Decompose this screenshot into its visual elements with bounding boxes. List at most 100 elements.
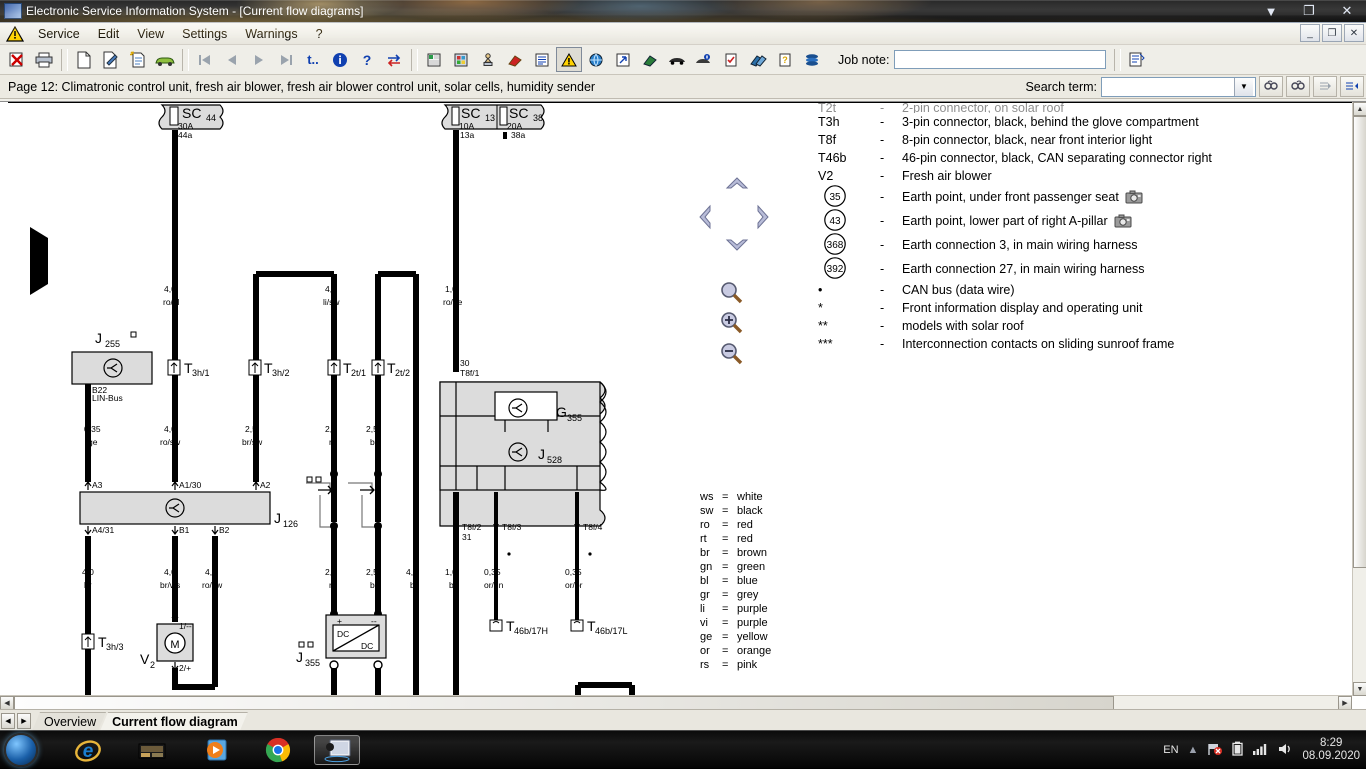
- legend-dash: -: [880, 169, 885, 183]
- technical-data-icon[interactable]: t..: [300, 47, 326, 72]
- vehicle-icon[interactable]: [152, 47, 178, 72]
- menu-item-help[interactable]: ?: [307, 25, 332, 43]
- pan-down-icon[interactable]: [722, 234, 752, 256]
- camera-icon[interactable]: [1125, 190, 1143, 204]
- previous-page-icon[interactable]: [219, 47, 245, 72]
- next-page-icon[interactable]: [246, 47, 272, 72]
- component-j355: + -- DC DC J 355: [296, 614, 387, 668]
- vertical-scrollbar[interactable]: ▲ ▼: [1352, 102, 1366, 696]
- swap-icon[interactable]: [381, 47, 407, 72]
- earth-symbol: 392: [818, 256, 880, 282]
- print-icon[interactable]: [31, 47, 57, 72]
- tray-language[interactable]: EN: [1163, 744, 1178, 756]
- menu-item-settings[interactable]: Settings: [173, 25, 236, 43]
- next-hit-icon[interactable]: [1340, 76, 1364, 97]
- new-note-icon[interactable]: [125, 47, 151, 72]
- battery-icon[interactable]: [1232, 741, 1244, 759]
- search-forward-icon[interactable]: [1259, 76, 1283, 97]
- diagram-viewport[interactable]: .w { stroke:#000; stroke-width:6; fill:n…: [0, 102, 1352, 696]
- chevron-down-icon[interactable]: ▼: [1234, 77, 1253, 96]
- legend-dash: -: [880, 102, 885, 113]
- note-help-icon[interactable]: ?: [772, 47, 798, 72]
- diagram-canvas[interactable]: .w { stroke:#000; stroke-width:6; fill:n…: [0, 101, 1366, 710]
- mdi-minimize-button[interactable]: _: [1300, 24, 1320, 42]
- scroll-up-button[interactable]: ▲: [1353, 102, 1366, 116]
- zoom-in-icon[interactable]: [718, 310, 748, 341]
- help-icon[interactable]: ?: [354, 47, 380, 72]
- legend-key: T46b: [818, 151, 847, 165]
- speaker-icon[interactable]: [1277, 742, 1293, 759]
- mdi-close-button[interactable]: ✕: [1344, 24, 1364, 42]
- vertical-scroll-thumb[interactable]: [1353, 116, 1366, 568]
- file-explorer-icon[interactable]: [132, 735, 172, 765]
- exit-icon[interactable]: [4, 47, 30, 72]
- window-controls: ▼ ❐ ✕: [1252, 0, 1366, 22]
- green-book-icon[interactable]: [637, 47, 663, 72]
- figure-icon[interactable]: [475, 47, 501, 72]
- car-front-icon[interactable]: [664, 47, 690, 72]
- scroll-right-button[interactable]: ▶: [1338, 696, 1352, 710]
- colour-equals: =: [722, 505, 729, 517]
- globe-icon[interactable]: [583, 47, 609, 72]
- media-player-icon[interactable]: [196, 735, 236, 765]
- menu-item-service[interactable]: Service: [29, 25, 89, 43]
- tray-clock[interactable]: 8:29 08.09.2020: [1302, 737, 1360, 763]
- warning-triangle-icon[interactable]: [5, 25, 25, 42]
- menu-item-edit[interactable]: Edit: [89, 25, 129, 43]
- last-page-icon[interactable]: [273, 47, 299, 72]
- svg-text:4,0: 4,0: [164, 424, 176, 434]
- signal-bars-icon[interactable]: [1252, 742, 1268, 759]
- job-note-input[interactable]: [894, 50, 1107, 69]
- legend-description: Fresh air blower: [902, 169, 992, 183]
- scroll-down-button[interactable]: ▼: [1353, 682, 1366, 696]
- svg-text:2t/1: 2t/1: [351, 368, 366, 378]
- document-list-icon[interactable]: [529, 47, 555, 72]
- horizontal-scroll-thumb[interactable]: [14, 696, 1114, 710]
- network-globe-icon[interactable]: [799, 47, 825, 72]
- warning-triangle-icon[interactable]: [556, 47, 582, 72]
- note-editor-icon[interactable]: [1124, 47, 1150, 72]
- window-restore-button[interactable]: ❐: [1290, 0, 1328, 22]
- checklist-icon[interactable]: [718, 47, 744, 72]
- red-book-icon[interactable]: [502, 47, 528, 72]
- tab-scroll-next[interactable]: ▶: [17, 713, 31, 729]
- tab-scroll-prev[interactable]: ◀: [1, 713, 15, 729]
- chevron-up-icon[interactable]: ▲: [1188, 744, 1199, 756]
- edit-document-icon[interactable]: [98, 47, 124, 72]
- window-minimize-button[interactable]: ▼: [1252, 0, 1290, 22]
- fullscreen-icon[interactable]: [610, 47, 636, 72]
- new-document-icon[interactable]: [71, 47, 97, 72]
- tab-overview[interactable]: Overview: [32, 712, 106, 731]
- components-icon[interactable]: [448, 47, 474, 72]
- zoom-icon[interactable]: [718, 280, 748, 310]
- window-close-button[interactable]: ✕: [1328, 0, 1366, 22]
- network-error-icon[interactable]: [1207, 742, 1223, 759]
- tab-current-flow-diagram[interactable]: Current flow diagram: [100, 712, 248, 731]
- first-page-icon[interactable]: [192, 47, 218, 72]
- camera-icon[interactable]: [1114, 214, 1132, 228]
- info-icon[interactable]: [327, 47, 353, 72]
- esi-app-icon[interactable]: [314, 735, 360, 765]
- zoom-out-icon[interactable]: [718, 341, 748, 372]
- car-repair-icon[interactable]: [691, 47, 717, 72]
- svg-text:ro: ro: [329, 437, 337, 447]
- search-input[interactable]: [1102, 79, 1234, 94]
- search-combobox[interactable]: ▼: [1101, 76, 1256, 97]
- spreadsheet-icon[interactable]: [421, 47, 447, 72]
- mdi-restore-button[interactable]: ❐: [1322, 24, 1342, 42]
- google-chrome-icon[interactable]: [258, 735, 298, 765]
- svg-text:J: J: [95, 330, 102, 346]
- pan-up-icon[interactable]: [722, 172, 752, 194]
- colour-name: purple: [737, 603, 768, 615]
- search-backward-icon[interactable]: [1286, 76, 1310, 97]
- pan-left-icon[interactable]: [694, 202, 716, 232]
- pan-right-icon[interactable]: [752, 202, 774, 232]
- horizontal-scrollbar[interactable]: ◀ ▶: [0, 695, 1352, 710]
- windows-start-orb[interactable]: [4, 733, 38, 767]
- scroll-left-button[interactable]: ◀: [0, 696, 14, 710]
- menu-item-warnings[interactable]: Warnings: [236, 25, 306, 43]
- internet-explorer-icon[interactable]: e: [68, 735, 108, 765]
- books-icon[interactable]: [745, 47, 771, 72]
- menu-item-view[interactable]: View: [128, 25, 173, 43]
- previous-hit-icon[interactable]: [1313, 76, 1337, 97]
